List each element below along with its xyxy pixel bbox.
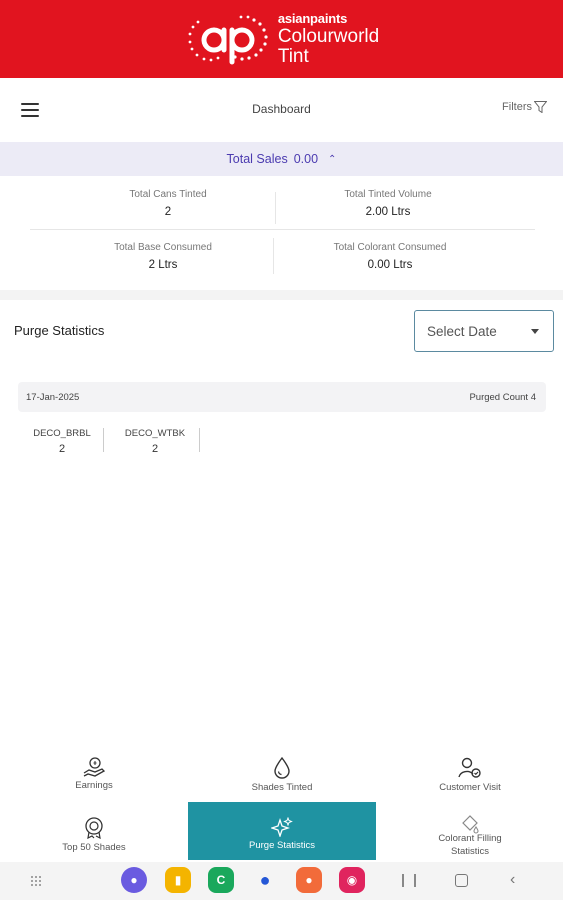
summary-stats: Total Cans Tinted 2 Total Tinted Volume … bbox=[0, 176, 563, 288]
purge-shade-item: DECO_WTBK 2 bbox=[112, 428, 198, 455]
app-drawer-icon[interactable] bbox=[30, 875, 42, 887]
stat-label: Total Tinted Volume bbox=[344, 189, 432, 200]
contacts-icon[interactable]: ● bbox=[296, 867, 322, 893]
nav-customer-visit-label: Customer Visit bbox=[439, 782, 501, 793]
purge-shade-item: DECO_BRBL 2 bbox=[19, 428, 105, 455]
purge-entry-date: 17-Jan-2025 bbox=[26, 392, 80, 403]
filter-icon bbox=[534, 101, 547, 113]
purge-entry-header: 17-Jan-2025 Purged Count 4 bbox=[18, 382, 546, 412]
camera-icon[interactable]: ◉ bbox=[339, 867, 365, 893]
sparkles-icon bbox=[271, 817, 293, 837]
shade-count: 2 bbox=[58, 443, 66, 455]
brand-line-3: Tint bbox=[277, 46, 309, 67]
dropdown-arrow-icon bbox=[531, 329, 539, 334]
system-navigation-bar bbox=[0, 862, 563, 900]
shade-count: 2 bbox=[151, 443, 159, 455]
nav-colorant-filling-label: Colorant Filling Statistics bbox=[438, 833, 502, 857]
brand-wordmark: asianpaints Colourworld Tint bbox=[278, 12, 379, 66]
messages-icon[interactable]: ● bbox=[252, 867, 278, 893]
customer-visit-icon bbox=[458, 757, 481, 778]
shade-name: DECO_BRBL bbox=[33, 428, 91, 439]
stat-label: Total Colorant Consumed bbox=[333, 242, 447, 253]
nav-shades-tinted-label: Shades Tinted bbox=[251, 782, 313, 793]
brand-line-1: asianpaints bbox=[277, 11, 348, 26]
shade-divider bbox=[199, 428, 200, 452]
date-select-dropdown[interactable]: Select Date bbox=[414, 310, 554, 352]
internet-icon[interactable]: ● bbox=[121, 867, 147, 893]
total-sales-value: 0.00 bbox=[293, 152, 319, 166]
stats-divider bbox=[273, 238, 274, 274]
phone-icon[interactable]: C bbox=[208, 867, 234, 893]
brand-header: asianpaints Colourworld Tint bbox=[0, 0, 563, 78]
ap-logo-icon bbox=[188, 15, 268, 65]
stat-value: 2.00 Ltrs bbox=[365, 206, 411, 218]
nav-purge-statistics-label: Purge Statistics bbox=[249, 840, 315, 851]
filters-label: Filters bbox=[502, 101, 532, 113]
files-icon[interactable]: ▮ bbox=[165, 867, 191, 893]
shade-divider bbox=[103, 428, 104, 452]
stats-divider bbox=[30, 229, 535, 230]
stat-tinted-volume: Total Tinted Volume 2.00 Ltrs bbox=[253, 189, 523, 218]
page-title: Dashboard bbox=[252, 102, 311, 116]
nav-purge-statistics[interactable]: Purge Statistics bbox=[188, 817, 376, 851]
date-select-placeholder: Select Date bbox=[427, 323, 497, 339]
app-toolbar: Dashboard Filters bbox=[0, 78, 563, 142]
stats-divider bbox=[275, 192, 276, 224]
back-icon[interactable]: ‹ bbox=[510, 871, 515, 889]
earnings-icon bbox=[83, 757, 105, 777]
brand-line-2: Colourworld bbox=[277, 26, 380, 47]
stat-colorant-consumed: Total Colorant Consumed 0.00 Ltrs bbox=[255, 242, 525, 271]
dashboard-screen: asianpaints Colourworld Tint Dashboard F… bbox=[0, 0, 563, 900]
nav-shades-tinted[interactable]: Shades Tinted bbox=[188, 757, 376, 793]
home-icon[interactable] bbox=[455, 874, 468, 887]
nav-earnings-label: Earnings bbox=[75, 780, 113, 791]
purge-statistics-heading: Purge Statistics bbox=[14, 323, 105, 338]
nav-top50-label: Top 50 Shades bbox=[62, 842, 126, 853]
award-icon bbox=[85, 817, 103, 839]
purge-entry-count: Purged Count 4 bbox=[469, 392, 536, 403]
chevron-up-icon: ⌃ bbox=[328, 153, 337, 165]
filters-button[interactable]: Filters bbox=[502, 101, 547, 113]
recent-apps-icon[interactable] bbox=[402, 874, 416, 887]
total-sales-toggle[interactable]: Total Sales 0.00 ⌃ bbox=[0, 142, 563, 176]
total-sales-label: Total Sales bbox=[226, 152, 288, 166]
section-separator bbox=[0, 290, 563, 300]
nav-customer-visit[interactable]: Customer Visit bbox=[376, 757, 563, 793]
app-logo: asianpaints Colourworld Tint bbox=[184, 12, 379, 66]
stat-value: 0.00 Ltrs bbox=[367, 259, 413, 271]
shade-name: DECO_WTBK bbox=[124, 428, 186, 439]
nav-colorant-filling[interactable]: Colorant Filling Statistics bbox=[376, 815, 563, 858]
nav-top50-shades[interactable]: Top 50 Shades bbox=[0, 817, 188, 853]
drop-icon bbox=[274, 757, 290, 779]
nav-earnings[interactable]: Earnings bbox=[0, 757, 188, 791]
